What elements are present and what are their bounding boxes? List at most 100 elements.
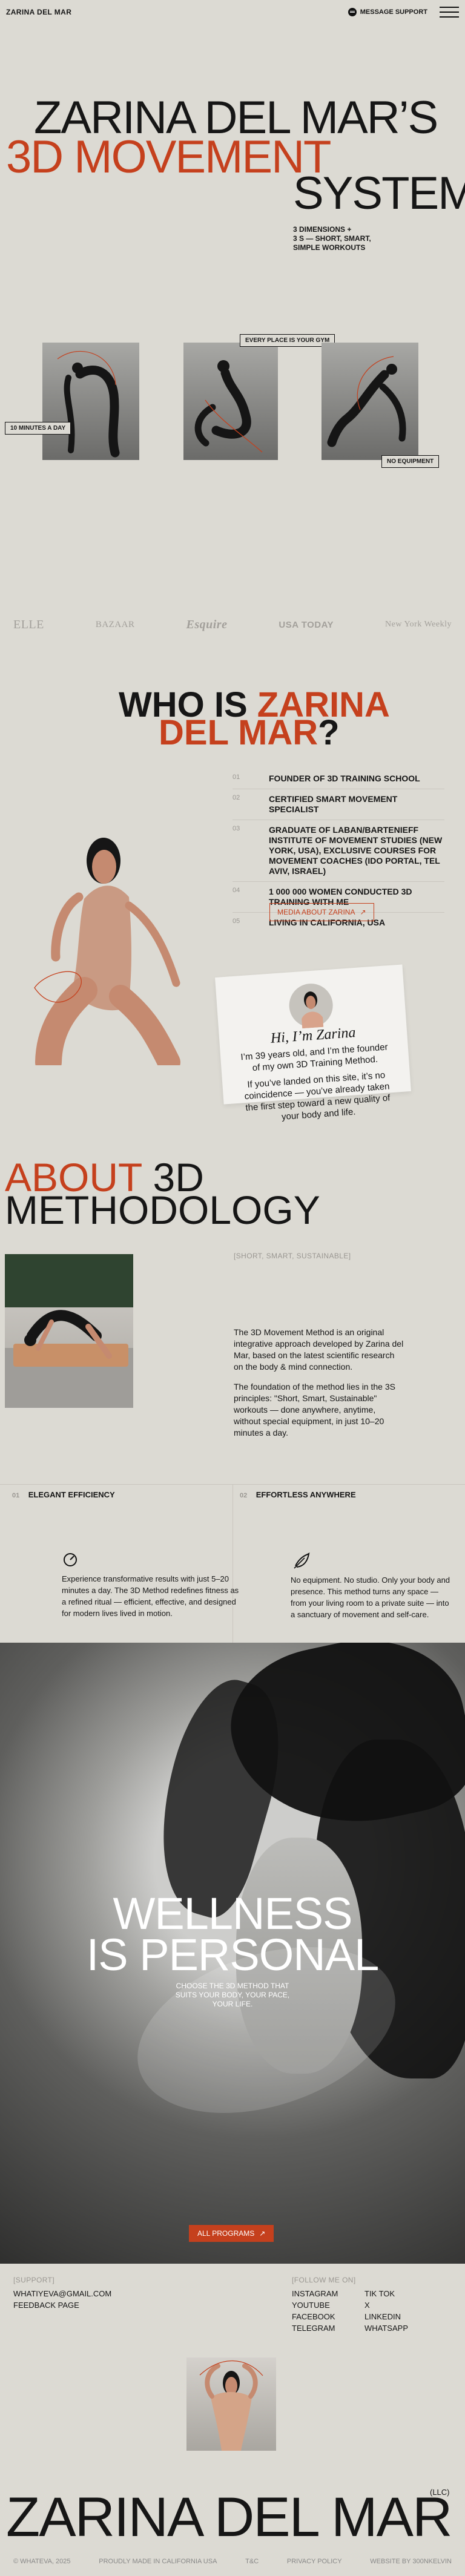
- hero-title-line-3: SYSTEM: [293, 168, 465, 219]
- menu-line-icon: [440, 12, 459, 13]
- footer-support-links: WHATIYEVA@GMAIL.COM FEEDBACK PAGE: [13, 2288, 111, 2311]
- methodology-title-line-2: METHODOLOGY: [5, 1188, 320, 1232]
- elle-logo: ELLE: [13, 617, 44, 631]
- fact-text: CERTIFIED SMART MOVEMENT SPECIALIST: [269, 794, 398, 814]
- fact-text: GRADUATE OF LABAN/BARTENIEFF INSTITUTE O…: [269, 825, 443, 876]
- fact-row: 03 GRADUATE OF LABAN/BARTENIEFF INSTITUTE…: [232, 820, 444, 881]
- all-programs-button[interactable]: ALL PROGRAMS ↗: [189, 2225, 274, 2242]
- fact-number: 05: [232, 918, 240, 925]
- linkedin-link[interactable]: LINKEDIN: [364, 2311, 437, 2322]
- footer-portrait-illustration: [199, 2360, 263, 2451]
- media-button-label: MEDIA ABOUT ZARINA: [277, 908, 355, 916]
- footer-portrait: [186, 2358, 276, 2451]
- hamburger-menu-button[interactable]: [440, 7, 459, 18]
- methodology-training-illustration: [5, 1254, 133, 1408]
- x-link[interactable]: X: [364, 2299, 437, 2311]
- footer-support-label: [SUPPORT]: [13, 2276, 55, 2284]
- feature-number: 01: [12, 1492, 20, 1499]
- email-link[interactable]: WHATIYEVA@GMAIL.COM: [13, 2288, 111, 2299]
- media-about-zarina-button[interactable]: MEDIA ABOUT ZARINA ↗: [269, 903, 374, 921]
- fact-row: 01 FOUNDER OF 3D TRAINING SCHOOL: [232, 769, 444, 789]
- methodology-paragraph: The 3D Movement Method is an original in…: [234, 1327, 404, 1372]
- all-programs-label: ALL PROGRAMS: [197, 2229, 255, 2238]
- feather-icon: [294, 1552, 310, 1569]
- methodology-paragraph: The foundation of the method lies in the…: [234, 1382, 395, 1438]
- zarina-photo: [21, 817, 194, 1076]
- clock-icon: [64, 1553, 77, 1566]
- feature-number: 02: [240, 1492, 248, 1499]
- floor-pose-photo: [183, 343, 278, 460]
- website-credit-link[interactable]: WEBSITE BY 300NKELVIN: [370, 2558, 452, 2565]
- privacy-policy-link[interactable]: PRIVACY POLICY: [287, 2558, 342, 2565]
- fact-number: 02: [232, 794, 240, 801]
- menu-line-icon: [440, 7, 459, 8]
- footer-follow-label: [FOLLOW ME ON]: [292, 2276, 356, 2284]
- copyright-text: © WHATEVA, 2025: [13, 2558, 71, 2565]
- zarina-avatar: [289, 984, 333, 1029]
- hero-copy-line: 3 S — SHORT, SMART,: [293, 234, 371, 243]
- card-description-text: If you’ve landed on this site, it’s no c…: [244, 1070, 391, 1122]
- wellness-copy: CHOOSE THE 3D METHOD THAT SUITS YOUR BOD…: [175, 1982, 290, 2008]
- fact-number: 03: [232, 825, 240, 832]
- who-title-line-2: DEL MAR?: [159, 715, 340, 751]
- landing-page: ZARINA DEL MAR MESSAGE SUPPORT ZARINA DE…: [0, 0, 465, 2576]
- wellness-title-line-2: IS PERSONAL: [0, 1933, 465, 1977]
- top-navigation: ZARINA DEL MAR MESSAGE SUPPORT: [0, 0, 465, 24]
- wellness-is-word: IS: [86, 1930, 128, 1980]
- wellness-banner: WELLNESS IS PERSONAL CHOOSE THE 3D METHO…: [0, 1643, 465, 2264]
- terms-link[interactable]: T&C: [245, 2558, 259, 2565]
- feedback-page-link[interactable]: FEEDBACK PAGE: [13, 2299, 111, 2311]
- feature-elegant-efficiency: 01 ELEGANT EFFICIENCY Experience transfo…: [12, 1490, 239, 1619]
- backbend-figure-icon: [57, 350, 120, 458]
- hero-title-line-2: 3D MOVEMENT: [6, 131, 331, 183]
- youtube-link[interactable]: YOUTUBE: [292, 2299, 364, 2311]
- backbend-photo: [42, 343, 139, 460]
- feature-text: Experience transformative results with j…: [62, 1574, 239, 1618]
- fact-text: FOUNDER OF 3D TRAINING SCHOOL: [269, 774, 420, 783]
- new-york-weekly-logo: New York Weekly: [385, 620, 452, 629]
- footer-big-name: ZARINA DEL MAR: [6, 2486, 452, 2548]
- fact-number: 04: [232, 887, 240, 894]
- instagram-link[interactable]: INSTAGRAM: [292, 2288, 364, 2299]
- usa-today-logo: USA TODAY: [279, 619, 334, 630]
- methodology-label: [SHORT, SMART, SUSTAINABLE]: [234, 1252, 351, 1260]
- esquire-logo: Esquire: [186, 617, 228, 631]
- bazaar-logo: BAZAAR: [95, 619, 135, 629]
- no-equipment-tag: NO EQUIPMENT: [381, 455, 440, 468]
- footer-bottom-bar: © WHATEVA, 2025 PROUDLY MADE IN CALIFORN…: [13, 2558, 452, 2565]
- message-support-label: MESSAGE SUPPORT: [360, 8, 427, 16]
- social-links: INSTAGRAM TIK TOK YOUTUBE X FACEBOOK LINKED…: [292, 2288, 437, 2334]
- hero-copy-line: SIMPLE WORKOUTS: [293, 243, 366, 252]
- stretch-pose-figure-icon: [327, 356, 406, 447]
- floor-pose-figure-icon: [194, 360, 263, 453]
- who-title-del-mar: DEL MAR: [159, 713, 318, 752]
- whatsapp-link[interactable]: WHATSAPP: [364, 2322, 437, 2334]
- fact-number: 01: [232, 774, 240, 781]
- telegram-link[interactable]: TELEGRAM: [292, 2322, 364, 2334]
- site-logo[interactable]: ZARINA DEL MAR: [6, 8, 71, 16]
- feature-title: EFFORTLESS ANYWHERE: [256, 1490, 356, 1499]
- gym-tag: EVERY PLACE IS YOUR GYM: [240, 334, 335, 347]
- arrow-up-right-icon: ↗: [360, 908, 366, 916]
- arrow-up-right-icon: ↗: [259, 2229, 266, 2238]
- feature-text: No equipment. No studio. Only your body …: [291, 1576, 450, 1619]
- message-support-link[interactable]: MESSAGE SUPPORT: [348, 8, 427, 16]
- who-title-question: ?: [318, 713, 340, 752]
- wellness-personal-word: PERSONAL: [139, 1930, 379, 1980]
- fact-row: 02 CERTIFIED SMART MOVEMENT SPECIALIST: [232, 789, 444, 820]
- llc-label: (LLC): [430, 2488, 450, 2497]
- chat-bubble-icon: [348, 8, 357, 16]
- feature-effortless-anywhere: 02 EFFORTLESS ANYWHERE No equipment. No …: [240, 1490, 450, 1620]
- ten-minutes-tag: 10 MINUTES A DAY: [5, 422, 71, 435]
- intro-card: Hi, I’m Zarina I’m 39 years old, and I’m…: [215, 964, 411, 1122]
- facebook-link[interactable]: FACEBOOK: [292, 2311, 364, 2322]
- hero-copy: 3 DIMENSIONS + 3 S — SHORT, SMART, SIMPL…: [293, 225, 371, 252]
- hero-copy-line: 3 DIMENSIONS +: [293, 225, 352, 234]
- stretch-pose-photo: [322, 343, 418, 460]
- wellness-title-line-1: WELLNESS: [113, 1888, 352, 1939]
- methodology-photo: [5, 1254, 133, 1408]
- tiktok-link[interactable]: TIK TOK: [364, 2288, 437, 2299]
- made-in-california-text: PROUDLY MADE IN CALIFORNIA USA: [99, 2558, 217, 2565]
- feature-title: ELEGANT EFFICIENCY: [28, 1490, 115, 1499]
- menu-line-icon: [440, 16, 459, 18]
